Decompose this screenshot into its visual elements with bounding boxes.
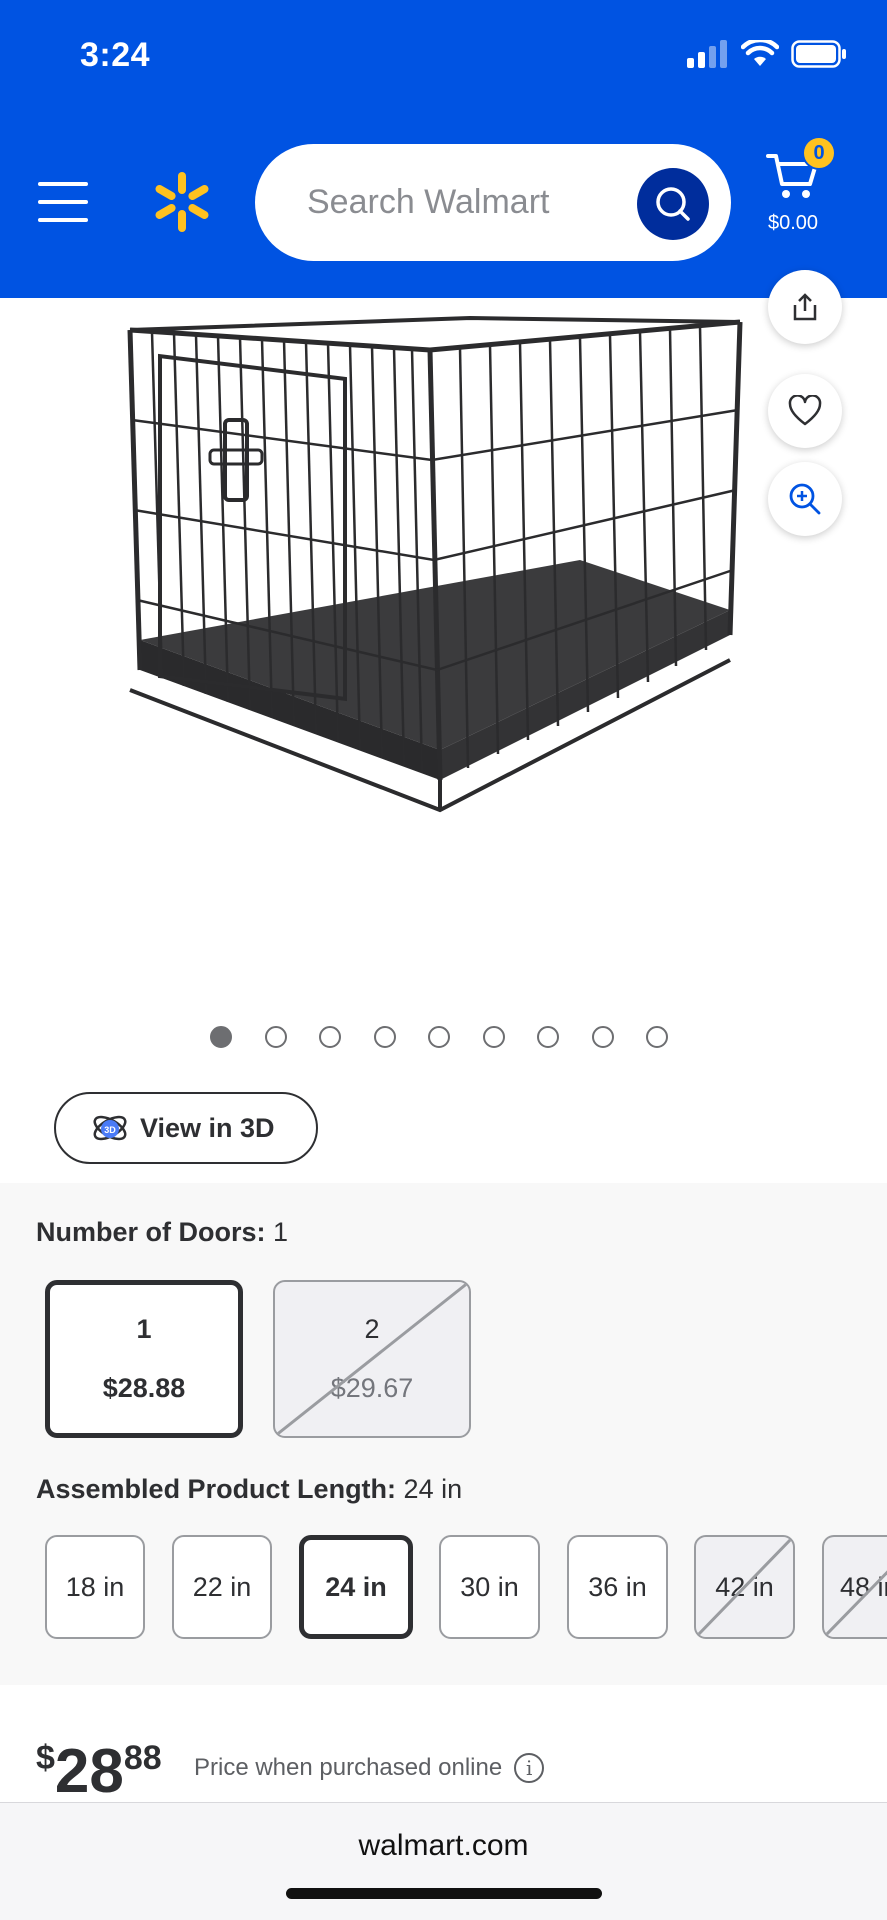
length-option-42[interactable]: 42 in bbox=[694, 1535, 795, 1639]
unavailable-strike bbox=[275, 1282, 469, 1436]
home-indicator[interactable] bbox=[286, 1888, 602, 1899]
menu-button[interactable] bbox=[38, 182, 88, 222]
cart-button[interactable]: 0 $0.00 bbox=[760, 136, 870, 246]
length-option-label: 22 in bbox=[192, 1571, 252, 1602]
doors-selected-value: 1 bbox=[273, 1217, 289, 1247]
walmart-spark-logo-icon[interactable] bbox=[150, 170, 214, 234]
info-icon[interactable]: i bbox=[514, 1753, 545, 1783]
door-option-2[interactable]: 2 $29.67 bbox=[273, 1280, 471, 1438]
3d-view-icon: 3D bbox=[93, 1115, 127, 1141]
status-icons bbox=[687, 40, 847, 68]
length-option-label: 18 in bbox=[65, 1571, 125, 1602]
view-in-3d-label: View in 3D bbox=[140, 1112, 275, 1143]
length-option-label: 36 in bbox=[588, 1571, 647, 1602]
3d-icon-text: 3D bbox=[104, 1125, 116, 1135]
heart-icon bbox=[788, 395, 822, 426]
status-time: 3:24 bbox=[80, 36, 151, 74]
length-option-label: 24 in bbox=[325, 1571, 387, 1602]
price-currency: $ bbox=[36, 1739, 55, 1777]
door-option-1[interactable]: 1 $28.88 bbox=[45, 1280, 243, 1438]
length-option-22[interactable]: 22 in bbox=[172, 1535, 272, 1639]
product-price: $ 28 88 bbox=[36, 1735, 162, 1803]
url-text[interactable]: walmart.com bbox=[0, 1829, 887, 1863]
door-option-name: 2 bbox=[364, 1314, 380, 1344]
price-cents: 88 bbox=[123, 1739, 162, 1777]
share-button[interactable] bbox=[768, 270, 842, 344]
browser-url-bar: walmart.com bbox=[0, 1802, 887, 1920]
cart-total: $0.00 bbox=[768, 212, 819, 234]
length-option-18[interactable]: 18 in bbox=[45, 1535, 145, 1639]
carousel-dot[interactable] bbox=[646, 1026, 668, 1048]
carousel-dot[interactable] bbox=[591, 1026, 614, 1048]
carousel-dots bbox=[210, 1026, 701, 1048]
wifi-icon bbox=[741, 40, 779, 66]
length-option-label: 48 in bbox=[840, 1571, 887, 1602]
search-input[interactable] bbox=[307, 144, 607, 261]
zoom-button[interactable] bbox=[768, 462, 842, 536]
share-icon bbox=[793, 293, 817, 321]
price-whole: 28 bbox=[54, 1737, 124, 1806]
carousel-dot[interactable] bbox=[482, 1026, 505, 1048]
search-bar bbox=[255, 144, 731, 261]
length-option-48[interactable]: 48 in bbox=[822, 1535, 887, 1639]
length-option-label: 30 in bbox=[460, 1571, 519, 1602]
doors-label: Number of Doors: 1 bbox=[36, 1217, 289, 1247]
cart-count-badge: 0 bbox=[802, 136, 836, 170]
carousel-dot[interactable] bbox=[373, 1026, 396, 1048]
price-note-text: Price when purchased online bbox=[194, 1754, 503, 1781]
carousel-dot[interactable] bbox=[537, 1026, 559, 1048]
battery-icon bbox=[791, 40, 846, 68]
product-image[interactable] bbox=[110, 310, 760, 920]
favorite-button[interactable] bbox=[768, 374, 842, 448]
search-icon bbox=[656, 187, 690, 221]
door-option-name: 1 bbox=[136, 1314, 152, 1344]
app-header: 3:24 Search Walmart 0 $0.00 bbox=[0, 0, 887, 298]
carousel-dot[interactable] bbox=[264, 1026, 287, 1048]
carousel-dot[interactable] bbox=[210, 1026, 232, 1048]
length-option-36[interactable]: 36 in bbox=[567, 1535, 668, 1639]
length-label: Assembled Product Length: 24 in bbox=[36, 1474, 463, 1504]
length-option-label: 42 in bbox=[715, 1571, 774, 1602]
search-button[interactable] bbox=[637, 168, 709, 240]
length-option-30[interactable]: 30 in bbox=[439, 1535, 540, 1639]
carousel-dot[interactable] bbox=[428, 1026, 450, 1048]
carousel-dot[interactable] bbox=[319, 1026, 341, 1048]
zoom-in-icon bbox=[789, 483, 821, 515]
door-option-price: $29.67 bbox=[330, 1373, 414, 1403]
cellular-signal-icon bbox=[687, 40, 727, 68]
price-note: Price when purchased online i bbox=[194, 1753, 545, 1783]
length-option-24[interactable]: 24 in bbox=[299, 1535, 413, 1639]
view-in-3d-button[interactable]: 3D View in 3D bbox=[54, 1092, 318, 1164]
door-option-price: $28.88 bbox=[102, 1373, 186, 1403]
length-selected-value: 24 in bbox=[403, 1474, 463, 1504]
